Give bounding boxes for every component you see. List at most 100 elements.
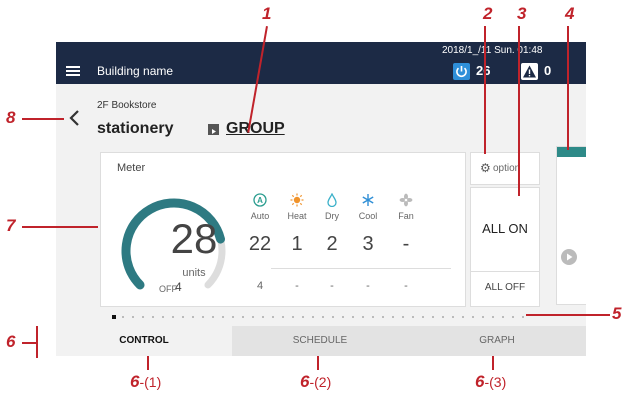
panel-divider [271, 268, 451, 269]
meter-panel[interactable]: Meter 28 units OFF 4 A Auto 22 4 Heat 1 … [100, 152, 466, 307]
building-name: Building name [97, 64, 174, 78]
page-dot[interactable] [372, 316, 374, 318]
mode-value: 22 [248, 233, 272, 255]
group-link[interactable]: GROUP [226, 120, 285, 138]
mode-value: 3 [362, 233, 374, 255]
page-dot[interactable] [332, 316, 334, 318]
hamburger-menu-icon[interactable] [66, 66, 80, 77]
callout-line-7 [22, 226, 98, 228]
page-dot[interactable] [462, 316, 464, 318]
page-dot[interactable] [162, 316, 164, 318]
callout-4: 4 [565, 4, 575, 23]
callout-3: 3 [517, 4, 527, 23]
breadcrumb-arrow-icon [208, 124, 219, 135]
play-icon[interactable] [561, 249, 577, 265]
page-dot[interactable] [522, 316, 524, 318]
callout-line-3 [518, 26, 520, 196]
page-dot[interactable] [502, 316, 504, 318]
callout-1: 1 [262, 4, 272, 23]
datetime-readout: 2018/1_/11 Sun. 01:48 [442, 45, 543, 56]
callout-line-8 [22, 118, 64, 120]
dry-drop-icon [317, 192, 347, 208]
page-dot[interactable] [472, 316, 474, 318]
page-dot[interactable] [432, 316, 434, 318]
tab-control[interactable]: CONTROL [56, 326, 232, 356]
page-dot[interactable] [242, 316, 244, 318]
callout-line-4 [567, 26, 569, 150]
callout-bracket-6 [36, 326, 38, 358]
page-dot[interactable] [272, 316, 274, 318]
page-dot[interactable] [392, 316, 394, 318]
page-dot[interactable] [222, 316, 224, 318]
callout-line-5 [526, 314, 610, 316]
mode-off-value: - [295, 280, 299, 292]
page-dot[interactable] [172, 316, 174, 318]
callout-line-6 [22, 342, 36, 344]
page-dot[interactable] [252, 316, 254, 318]
page-dot[interactable] [212, 316, 214, 318]
units-total: 28 [170, 215, 218, 262]
page-dot[interactable] [382, 316, 384, 318]
all-off-button[interactable]: ALL OFF [471, 282, 539, 293]
page-dot[interactable] [512, 316, 514, 318]
option-button[interactable]: ⚙ option [470, 152, 540, 185]
page-dot[interactable] [492, 316, 494, 318]
mode-name: Heat [287, 211, 307, 221]
page-dot-active[interactable] [112, 315, 116, 319]
next-panel-card[interactable] [556, 146, 586, 305]
callout-8: 8 [6, 108, 16, 127]
page-dot[interactable] [422, 316, 424, 318]
page-dot[interactable] [442, 316, 444, 318]
next-card-header [557, 147, 586, 157]
heat-sun-icon [282, 193, 312, 207]
warning-icon[interactable] [521, 63, 538, 80]
page-dot[interactable] [312, 316, 314, 318]
back-chevron-icon[interactable] [67, 109, 83, 127]
mode-off-value: - [366, 280, 370, 292]
page-dot[interactable] [302, 316, 304, 318]
all-on-button[interactable]: ALL ON [471, 221, 539, 236]
callout-6: 6 [6, 332, 16, 351]
mode-value: 1 [291, 233, 303, 255]
page-dot[interactable] [122, 316, 124, 318]
callout-line-6-2 [317, 356, 319, 370]
page-dot[interactable] [362, 316, 364, 318]
page-dot[interactable] [232, 316, 234, 318]
meter-title: Meter [117, 162, 146, 174]
page-dot[interactable] [402, 316, 404, 318]
callout-7: 7 [6, 216, 16, 235]
floor-label: 2F Bookstore [97, 100, 157, 111]
page-dot[interactable] [142, 316, 144, 318]
power-icon[interactable] [453, 63, 470, 80]
fan-icon [391, 193, 421, 207]
mode-name: Dry [325, 211, 339, 221]
gear-icon: ⚙ [480, 161, 491, 175]
callout-line-6-3 [492, 356, 494, 370]
page-dot[interactable] [412, 316, 414, 318]
tab-schedule[interactable]: SCHEDULE [232, 326, 408, 356]
page-dot[interactable] [342, 316, 344, 318]
auto-mode-icon: A [245, 193, 275, 207]
page-dot[interactable] [282, 316, 284, 318]
page-dot[interactable] [152, 316, 154, 318]
page-dot[interactable] [192, 316, 194, 318]
page-dot[interactable] [352, 316, 354, 318]
page-dot[interactable] [182, 316, 184, 318]
mode-off-value: - [330, 280, 334, 292]
page-dot[interactable] [482, 316, 484, 318]
page-dot[interactable] [132, 316, 134, 318]
tab-graph[interactable]: GRAPH [408, 326, 586, 356]
page-dot[interactable] [292, 316, 294, 318]
page-indicator[interactable] [112, 314, 532, 322]
off-count: 4 [175, 280, 182, 294]
units-label: units [182, 267, 206, 279]
page-dot[interactable] [452, 316, 454, 318]
callout-5: 5 [612, 304, 622, 323]
page-dot[interactable] [262, 316, 264, 318]
mode-name: Auto [250, 211, 270, 221]
page-dot[interactable] [202, 316, 204, 318]
mode-value: - [402, 233, 410, 255]
mode-off-value: 4 [256, 280, 264, 292]
all-on-off-panel: ALL ON ALL OFF [470, 187, 540, 307]
page-dot[interactable] [322, 316, 324, 318]
